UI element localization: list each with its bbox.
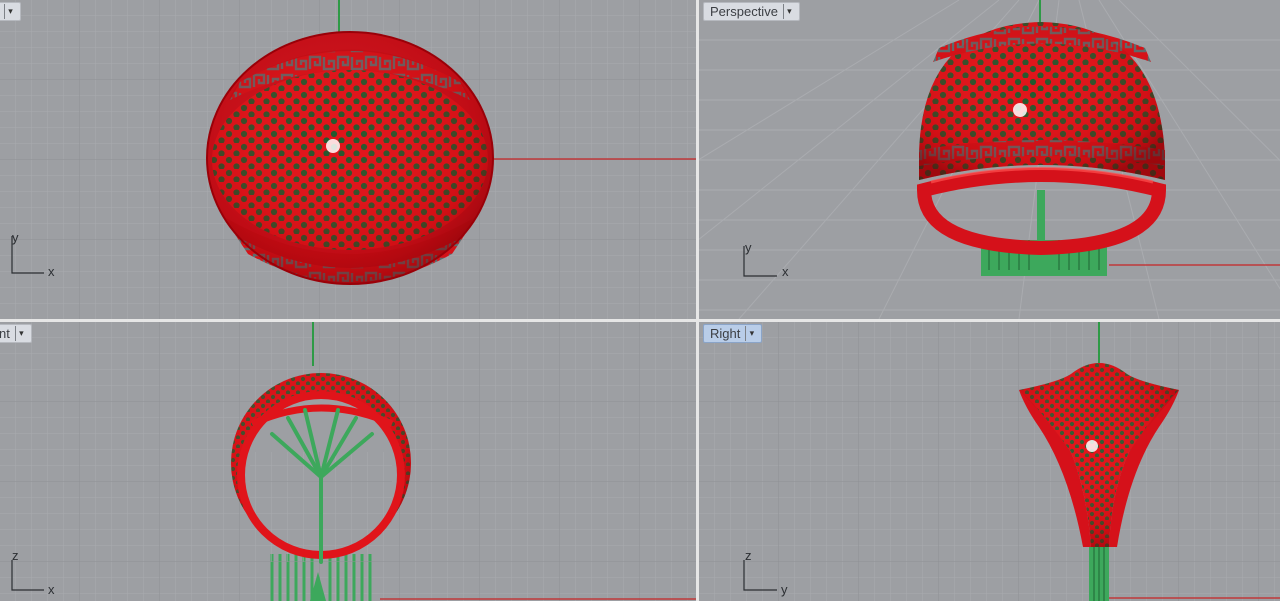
axis-y-label: y: [745, 240, 752, 255]
viewport-name: nt: [0, 326, 10, 341]
viewport-splitter-horizontal[interactable]: [0, 319, 1280, 322]
right-scene: [699, 322, 1280, 601]
ring-perspective-view: [916, 22, 1167, 276]
axis-x-label: x: [48, 582, 55, 597]
viewport-label-top[interactable]: ▾: [0, 2, 21, 21]
axis-z-label: z: [12, 548, 19, 563]
viewport-right[interactable]: Right ▾ z y: [699, 322, 1280, 601]
top-scene: [0, 0, 696, 319]
chevron-down-icon[interactable]: ▾: [745, 326, 757, 341]
viewport-name: Right: [710, 326, 741, 341]
axis-y-label: y: [12, 230, 19, 245]
axis-x-label: x: [48, 264, 55, 279]
viewport-label-front[interactable]: nt ▾: [0, 324, 32, 343]
viewport-name: Perspective: [710, 4, 778, 19]
viewport-splitter-vertical[interactable]: [696, 0, 699, 601]
chevron-down-icon[interactable]: ▾: [4, 4, 16, 19]
viewport-perspective[interactable]: Perspective ▾ y x: [699, 0, 1280, 319]
viewport-label-perspective[interactable]: Perspective ▾: [703, 2, 800, 21]
viewport-label-right[interactable]: Right ▾: [703, 324, 763, 343]
ring-top-view: [206, 31, 494, 285]
axis-y-label: y: [781, 582, 788, 597]
viewport-front[interactable]: nt ▾ z x: [0, 322, 696, 601]
axis-x-label: x: [782, 264, 789, 279]
chevron-down-icon[interactable]: ▾: [782, 4, 795, 19]
front-scene: [0, 322, 696, 601]
viewport-top[interactable]: ▾ y x: [0, 0, 696, 319]
chevron-down-icon[interactable]: ▾: [14, 326, 27, 341]
axis-z-label: z: [745, 548, 752, 563]
